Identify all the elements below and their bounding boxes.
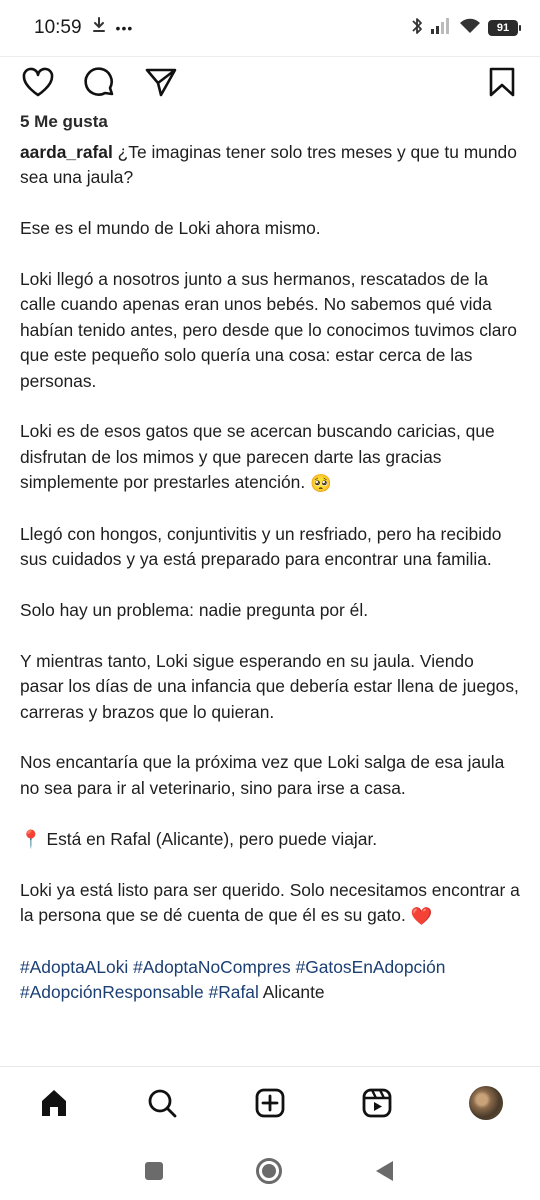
create-icon[interactable] (250, 1083, 290, 1123)
comment-icon[interactable] (81, 64, 117, 100)
cell-signal-icon (430, 17, 452, 40)
back-button[interactable] (369, 1156, 399, 1186)
download-icon (92, 17, 106, 39)
status-left: 10:59 ••• (34, 17, 133, 39)
hashtag-link[interactable]: #Rafal (209, 982, 259, 1002)
search-icon[interactable] (142, 1083, 182, 1123)
hashtag-link[interactable]: #GatosEnAdopción (296, 957, 446, 977)
recents-icon (145, 1162, 163, 1180)
bluetooth-icon (410, 16, 424, 41)
home-icon[interactable] (34, 1083, 74, 1123)
caption-text: Está en Rafal (Alicante), pero puede via… (46, 828, 378, 849)
caption-paragraph: Loki ya está listo para ser querido. Sol… (20, 878, 520, 930)
caption-paragraph: Loki es de esos gatos que se acercan bus… (20, 419, 520, 496)
profile-avatar[interactable] (466, 1083, 506, 1123)
caption-paragraph: Loki llegó a nosotros junto a sus herman… (20, 269, 517, 391)
username[interactable]: aarda_rafal (20, 142, 113, 162)
pleading-emoji: 🥺 (310, 472, 332, 493)
status-divider (0, 56, 540, 57)
caption-text: Loki ya está listo para ser querido. Sol… (20, 880, 520, 926)
status-right: 91 (410, 16, 521, 41)
battery-icon: 91 (488, 20, 521, 36)
caption-paragraph: Ese es el mundo de Loki ahora mismo. (20, 218, 321, 239)
hashtag-link[interactable]: #AdoptaALoki (20, 957, 128, 977)
recents-button[interactable] (139, 1156, 169, 1186)
wifi-icon (458, 17, 482, 40)
bottom-nav (0, 1067, 540, 1137)
caption-paragraph: aarda_rafal ¿Te imaginas tener solo tres… (20, 140, 520, 191)
bookmark-icon[interactable] (484, 64, 520, 100)
hashtag-line: #AdoptaALoki #AdoptaNoCompres #GatosEnAd… (20, 955, 520, 1006)
more-notifications-icon: ••• (115, 20, 134, 36)
post-action-row (0, 60, 540, 104)
caption-paragraph: Nos encantaría que la próxima vez que Lo… (20, 752, 505, 798)
hashtag-link[interactable]: #AdoptaNoCompres (133, 957, 291, 977)
caption-paragraph: 📍 Está en Rafal (Alicante), pero puede v… (20, 827, 520, 853)
caption-paragraph: Llegó con hongos, conjuntivitis y un res… (20, 523, 502, 570)
trailing-text: Alicante (262, 982, 325, 1003)
caption-paragraph: Solo hay un problema: nadie pregunta por… (20, 599, 369, 620)
home-button[interactable] (254, 1156, 284, 1186)
heart-icon[interactable] (20, 64, 56, 100)
clock: 10:59 (34, 17, 82, 38)
caption-text: Loki es de esos gatos que se acercan bus… (20, 421, 495, 493)
caption-paragraph: Y mientras tanto, Loki sigue esperando e… (20, 650, 519, 722)
heart-emoji: ❤️ (410, 906, 433, 927)
post-caption: aarda_rafal ¿Te imaginas tener solo tres… (20, 140, 520, 1006)
pin-emoji: 📍 (20, 829, 42, 850)
share-icon[interactable] (143, 64, 179, 100)
hashtag-link[interactable]: #AdopciónResponsable (20, 982, 204, 1002)
home-circle-icon (256, 1158, 282, 1184)
avatar (469, 1086, 503, 1120)
system-nav (0, 1140, 540, 1200)
back-triangle-icon (376, 1161, 393, 1181)
likes-count[interactable]: 5 Me gusta (20, 112, 108, 132)
reels-icon[interactable] (357, 1083, 397, 1123)
status-bar: 10:59 ••• 91 (0, 0, 540, 56)
